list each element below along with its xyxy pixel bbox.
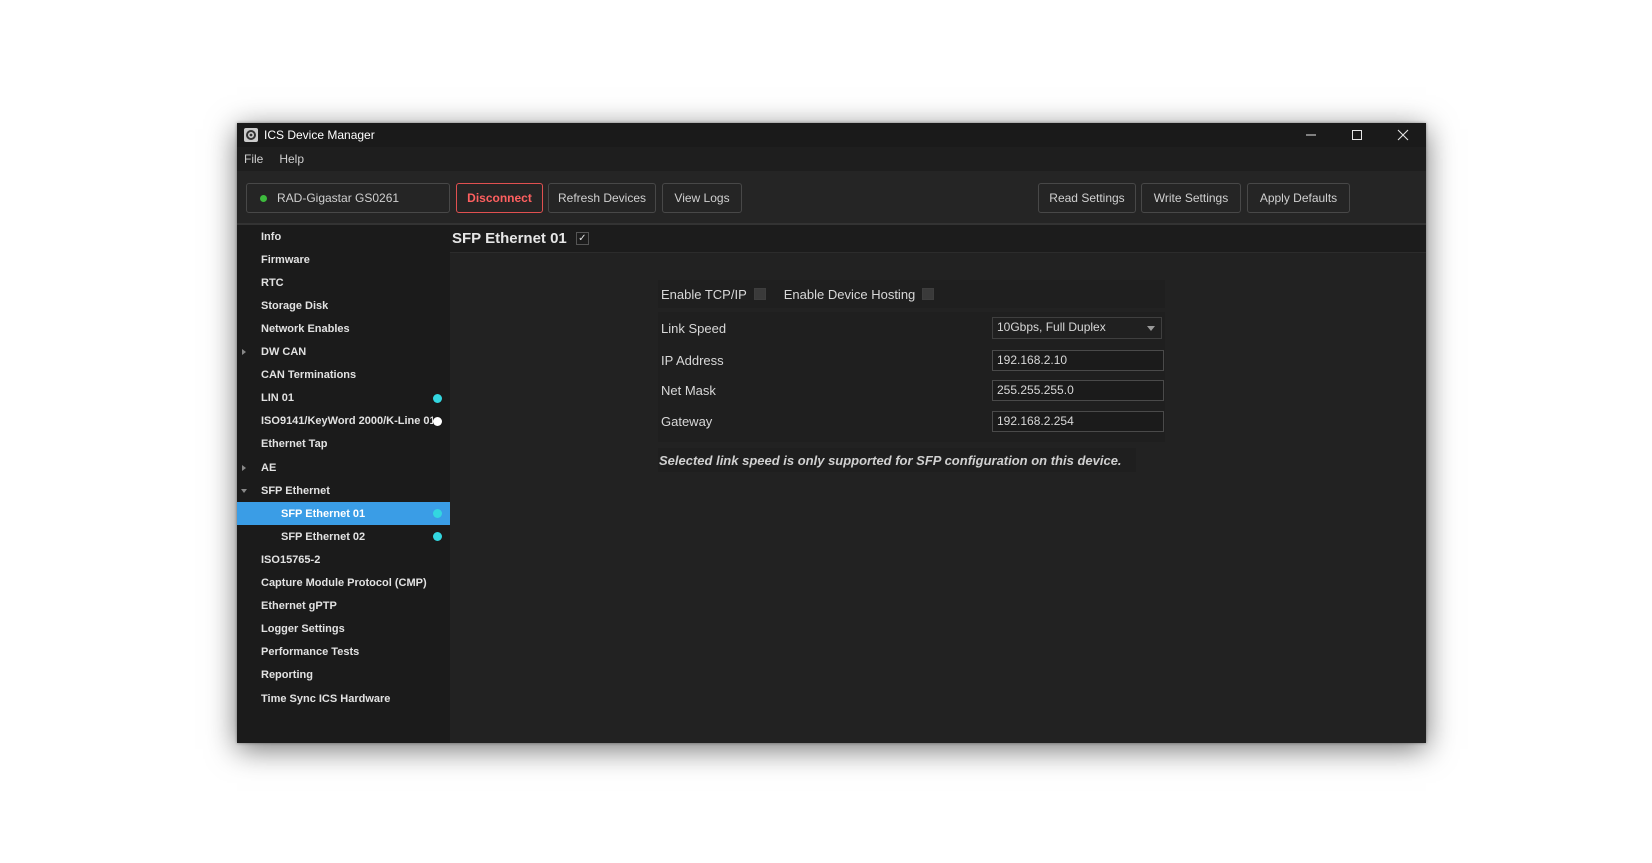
close-button[interactable] (1380, 123, 1426, 147)
maximize-icon (1352, 130, 1362, 140)
sidebar-item-label: Ethernet Tap (261, 438, 328, 451)
content-header: SFP Ethernet 01 ✓ (450, 225, 1426, 253)
sidebar-item-label: RTC (261, 276, 284, 289)
sidebar-item-reporting[interactable]: Reporting (237, 664, 450, 687)
sidebar-item-time-sync-ics-hardware[interactable]: Time Sync ICS Hardware (237, 687, 450, 710)
menu-file[interactable]: File (237, 147, 271, 171)
chevron-right-icon[interactable] (242, 349, 246, 355)
link-speed-note: Selected link speed is only supported fo… (659, 453, 1122, 468)
net-mask-input[interactable]: 255.255.255.0 (992, 380, 1164, 401)
disconnect-button[interactable]: Disconnect (456, 183, 543, 213)
sidebar-item-storage-disk[interactable]: Storage Disk (237, 294, 450, 317)
view-logs-button[interactable]: View Logs (662, 183, 742, 213)
sidebar-item-performance-tests[interactable]: Performance Tests (237, 641, 450, 664)
sidebar-item-label: Reporting (261, 669, 313, 682)
minimize-icon (1306, 134, 1316, 136)
status-indicator-icon (433, 509, 442, 519)
sidebar-item-iso9141-keyword-2000-k-line-01[interactable]: ISO9141/KeyWord 2000/K-Line 01 (237, 410, 450, 433)
app-gear-icon (244, 128, 258, 142)
refresh-devices-button[interactable]: Refresh Devices (548, 183, 656, 213)
settings-sidebar: Info Firmware RTC Storage Disk Network Enabl… (237, 225, 450, 743)
maximize-button[interactable] (1334, 123, 1380, 147)
sidebar-item-label: Time Sync ICS Hardware (261, 692, 391, 705)
close-icon (1397, 129, 1409, 141)
gateway-label: Gateway (661, 413, 713, 429)
enable-options-row: Enable TCP/IP Enable Device Hosting (661, 286, 935, 302)
sidebar-item-label: Storage Disk (261, 299, 329, 312)
sidebar-item-label: SFP Ethernet 01 (281, 507, 366, 520)
status-indicator-icon (433, 393, 442, 403)
chevron-down-icon (1147, 326, 1155, 331)
enable-device-hosting-checkbox[interactable] (922, 288, 935, 300)
enable-tcpip-label: Enable TCP/IP (661, 286, 747, 302)
sidebar-item-ae[interactable]: AE (237, 456, 450, 479)
sidebar-item-label: Firmware (261, 253, 310, 266)
sidebar-item-can-terminations[interactable]: CAN Terminations (237, 364, 450, 387)
link-speed-select[interactable]: 10Gbps, Full Duplex (992, 317, 1162, 339)
window-title: ICS Device Manager (264, 128, 375, 142)
chevron-down-icon[interactable] (241, 488, 247, 493)
sidebar-item-network-enables[interactable]: Network Enables (237, 317, 450, 340)
menu-help[interactable]: Help (271, 147, 312, 171)
sidebar-item-sfp-ethernet-02[interactable]: SFP Ethernet 02 (237, 525, 450, 548)
sidebar-item-ethernet-tap[interactable]: Ethernet Tap (237, 433, 450, 456)
sidebar-item-label: LIN 01 (261, 392, 295, 405)
menu-bar: File Help (237, 147, 1426, 171)
sidebar-item-firmware[interactable]: Firmware (237, 248, 450, 271)
page-title: SFP Ethernet 01 (452, 230, 567, 247)
sidebar-item-label: SFP Ethernet 02 (281, 530, 366, 543)
connection-status-dot (260, 194, 267, 202)
section-enabled-checkbox[interactable]: ✓ (575, 232, 589, 245)
enable-device-hosting-label: Enable Device Hosting (783, 286, 916, 302)
sidebar-item-label: Network Enables (261, 322, 350, 335)
sidebar-item-label: ISO9141/KeyWord 2000/K-Line 01 (261, 415, 433, 428)
sidebar-item-label: Info (261, 230, 282, 243)
enable-tcpip-checkbox[interactable] (753, 288, 766, 300)
sidebar-item-logger-settings[interactable]: Logger Settings (237, 618, 450, 641)
app-window: ICS Device Manager File Help RAD-Gigasta… (237, 123, 1426, 743)
settings-content: SFP Ethernet 01 ✓ Enable TCP/IP Enable D… (450, 225, 1426, 743)
sidebar-item-sfp-ethernet[interactable]: SFP Ethernet (237, 479, 450, 502)
device-selector[interactable]: RAD-Gigastar GS0261 (246, 183, 450, 213)
title-bar: ICS Device Manager (237, 123, 1426, 147)
ip-address-input[interactable]: 192.168.2.10 (992, 350, 1164, 371)
sidebar-item-dw-can[interactable]: DW CAN (237, 341, 450, 364)
write-settings-button[interactable]: Write Settings (1141, 183, 1241, 213)
sidebar-item-capture-module-protocol-cmp[interactable]: Capture Module Protocol (CMP) (237, 572, 450, 595)
sidebar-item-lin-01[interactable]: LIN 01 (237, 387, 450, 410)
sidebar-item-sfp-ethernet-01[interactable]: SFP Ethernet 01 (237, 502, 450, 526)
sidebar-item-label: CAN Terminations (261, 369, 357, 382)
toolbar: RAD-Gigastar GS0261 Disconnect Refresh D… (237, 171, 1426, 225)
sidebar-item-label: Performance Tests (261, 646, 360, 659)
sidebar-item-label: ISO15765-2 (261, 553, 321, 566)
device-name: RAD-Gigastar GS0261 (277, 191, 400, 205)
sidebar-item-label: Logger Settings (261, 623, 345, 636)
read-settings-button[interactable]: Read Settings (1038, 183, 1136, 213)
status-indicator-icon (433, 532, 442, 542)
sidebar-item-label: SFP Ethernet (261, 484, 330, 497)
sidebar-item-ethernet-gptp[interactable]: Ethernet gPTP (237, 595, 450, 618)
link-speed-label: Link Speed (661, 320, 727, 336)
gateway-input[interactable]: 192.168.2.254 (992, 411, 1164, 432)
sidebar-item-iso15765-2[interactable]: ISO15765-2 (237, 548, 450, 571)
status-indicator-icon (433, 416, 442, 426)
sidebar-item-rtc[interactable]: RTC (237, 271, 450, 294)
ip-address-label: IP Address (661, 352, 724, 368)
sidebar-item-label: Capture Module Protocol (CMP) (261, 577, 427, 589)
link-speed-value: 10Gbps, Full Duplex (997, 320, 1106, 334)
minimize-button[interactable] (1288, 123, 1334, 147)
sidebar-item-info[interactable]: Info (237, 225, 450, 248)
apply-defaults-button[interactable]: Apply Defaults (1247, 183, 1350, 213)
chevron-right-icon[interactable] (242, 464, 246, 471)
sidebar-item-label: DW CAN (261, 346, 307, 358)
net-mask-label: Net Mask (661, 382, 716, 398)
sidebar-item-label: Ethernet gPTP (261, 600, 337, 613)
sidebar-item-label: AE (261, 461, 277, 474)
